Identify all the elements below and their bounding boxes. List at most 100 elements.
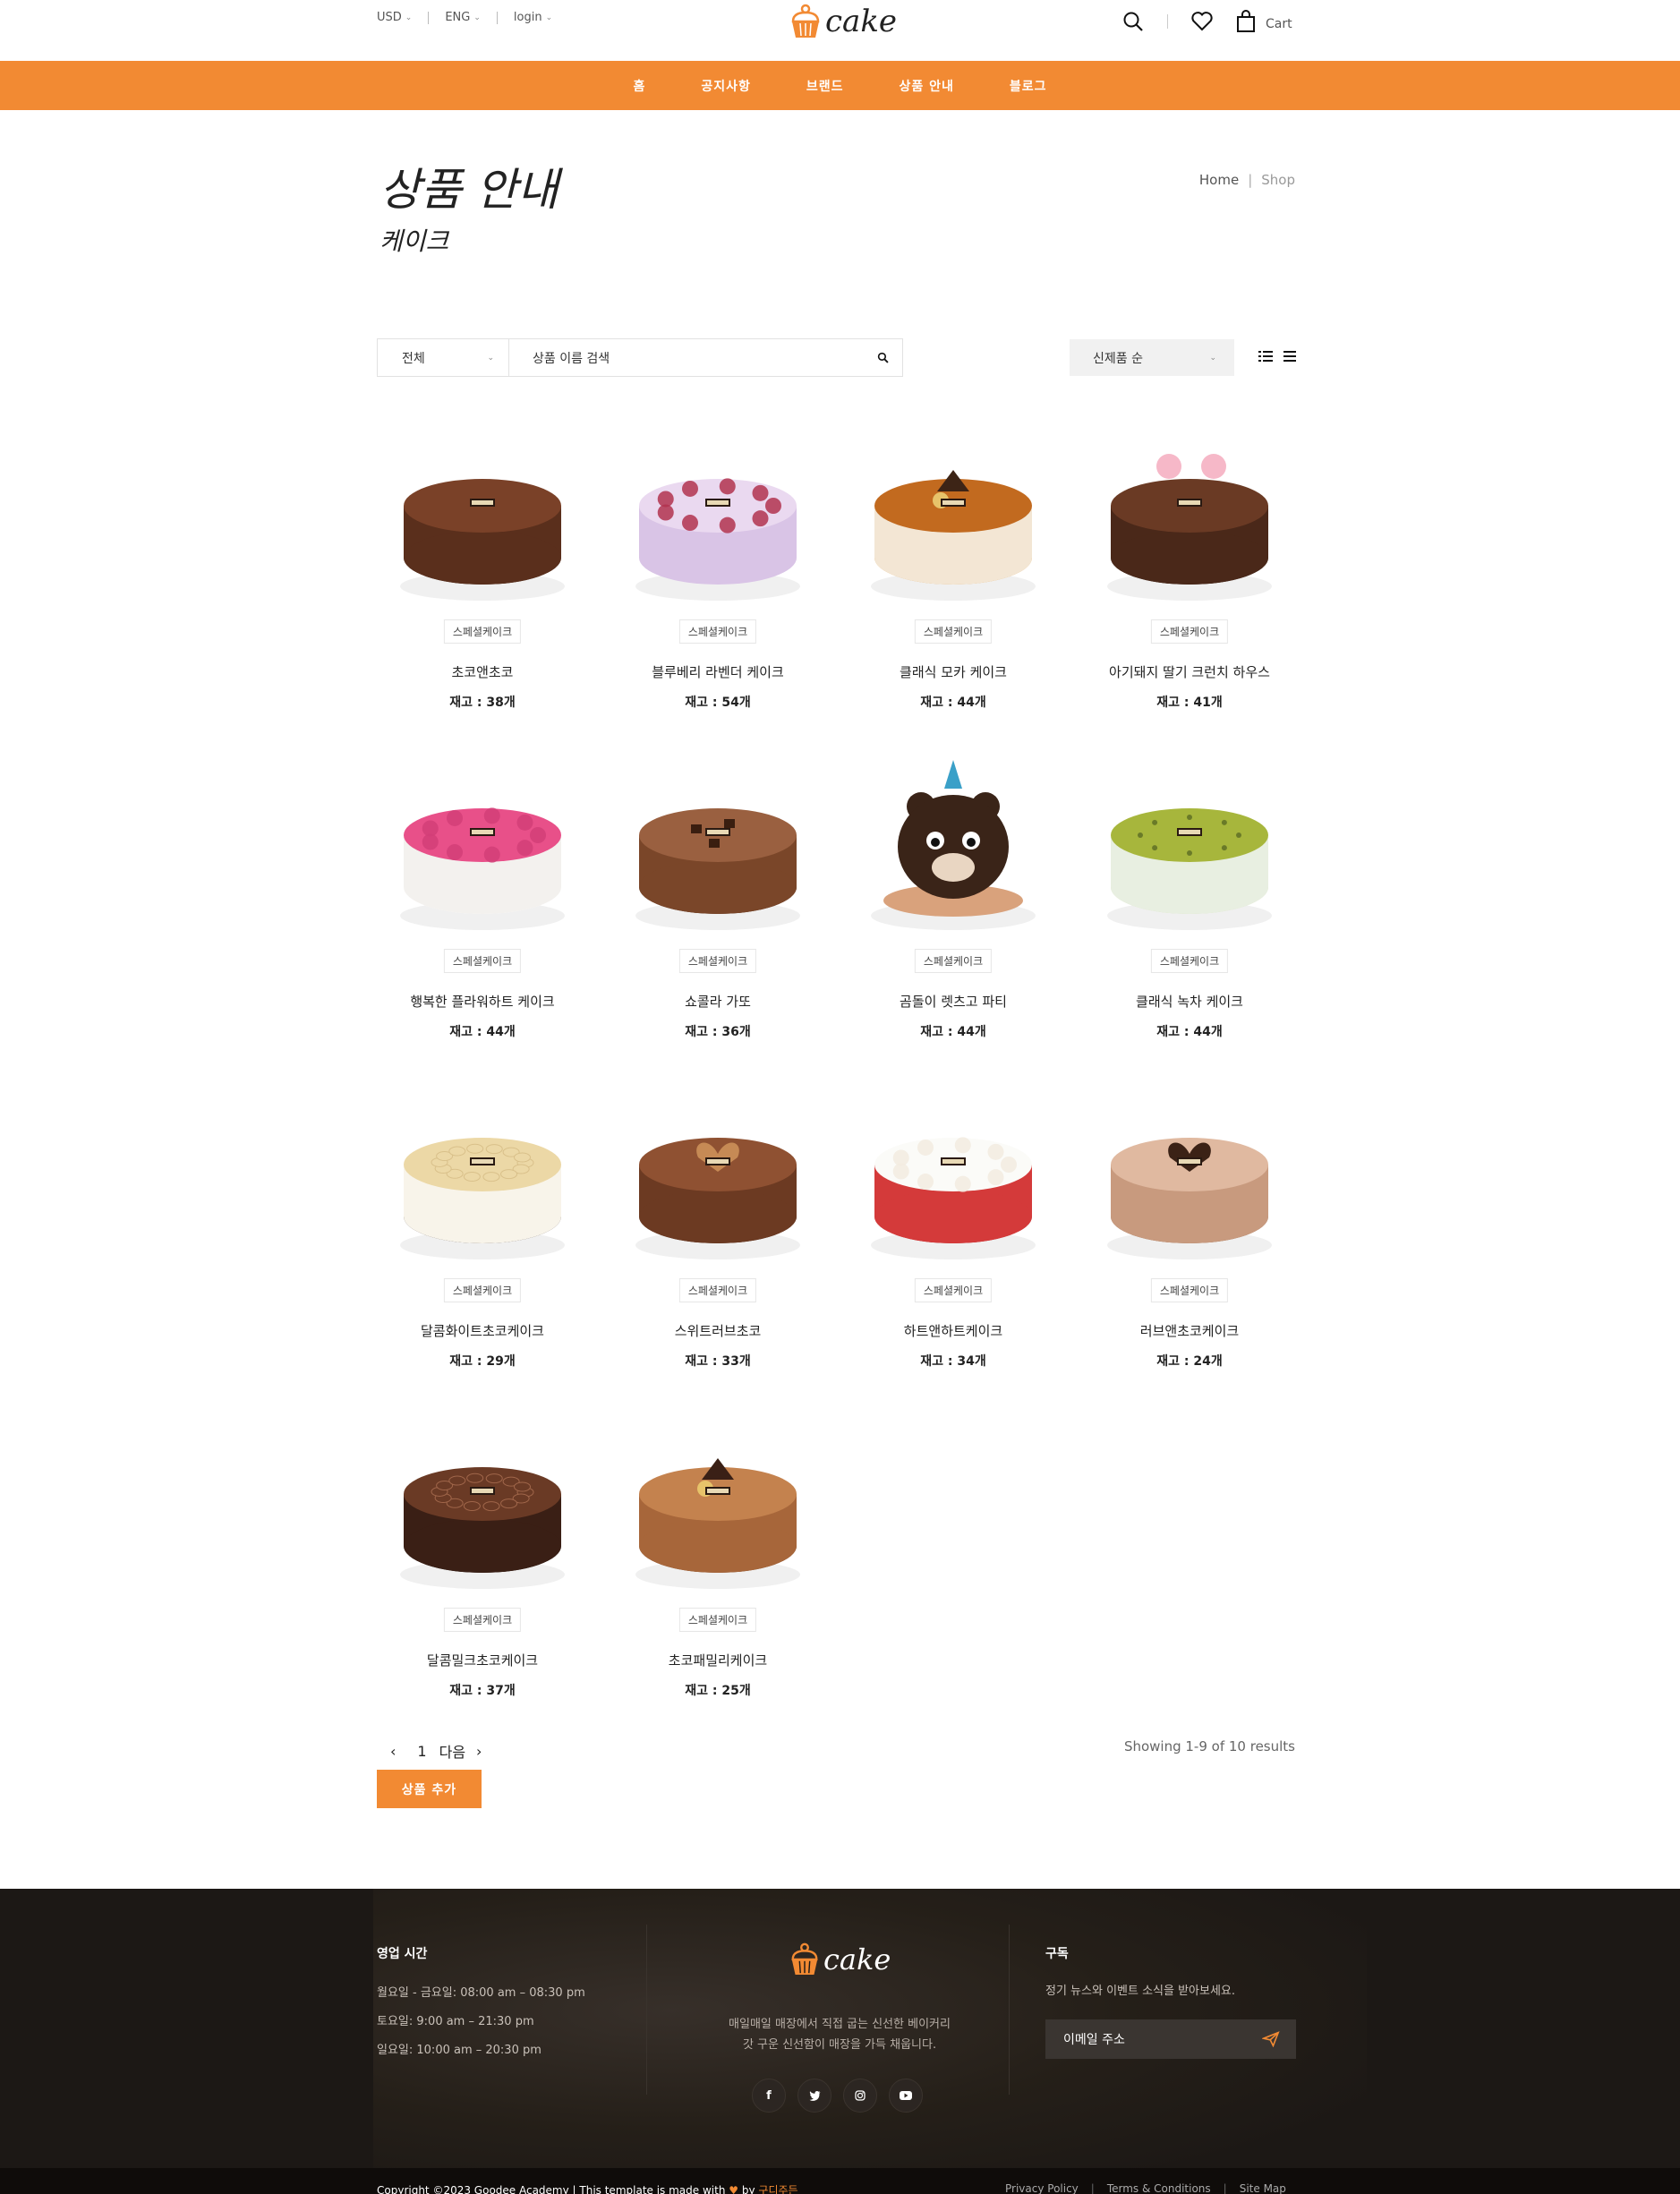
list-view-icon[interactable] (1283, 350, 1296, 363)
pagination: ‹ 1 다음 › (390, 1740, 503, 1762)
product-card[interactable]: 스페셜케이크 클래식 녹차 케이크 재고 : 44개 (1084, 748, 1295, 1053)
product-card[interactable]: 스페셜케이크 초코패밀리케이크 재고 : 25개 (612, 1407, 823, 1712)
product-card[interactable]: 스페셜케이크 달콤밀크초코케이크 재고 : 37개 (377, 1407, 588, 1712)
footer-logo[interactable]: cake (788, 1941, 891, 1976)
prev-page-button[interactable]: ‹ (390, 1743, 396, 1760)
add-product-button[interactable]: 상품 추가 (377, 1770, 482, 1808)
product-name[interactable]: 초코앤초코 (377, 662, 588, 681)
search-input[interactable]: 상품 이름 검색 (509, 349, 863, 367)
breadcrumb: Home | Shop (1199, 172, 1295, 188)
hours-title: 영업 시간 (377, 1947, 428, 1961)
nav-item-notice[interactable]: 공지사항 (701, 77, 751, 95)
send-icon[interactable] (1262, 2031, 1280, 2047)
page-number[interactable]: 1 (417, 1743, 426, 1760)
product-name[interactable]: 스위트러브초코 (612, 1321, 823, 1340)
next-page-button[interactable]: › (476, 1743, 482, 1760)
facebook-icon[interactable]: f (752, 2079, 786, 2113)
login-link[interactable]: login ⌄ (514, 11, 552, 24)
product-stock: 재고 : 37개 (449, 1684, 516, 1698)
product-name[interactable]: 초코패밀리케이크 (612, 1651, 823, 1669)
product-name[interactable]: 아기돼지 딸기 크런치 하우스 (1084, 662, 1295, 681)
sitemap-link[interactable]: Site Map (1240, 2182, 1286, 2194)
sort-select[interactable]: 신제품 순 ⌄ (1070, 339, 1234, 376)
product-card[interactable]: 스페셜케이크 하트앤하트케이크 재고 : 34개 (848, 1078, 1059, 1382)
product-image[interactable] (1084, 748, 1295, 945)
product-image[interactable] (612, 748, 823, 945)
copyright-text: Copyright ©2023 Goodee Academy | This te… (377, 2184, 726, 2194)
product-category-badge: 스페셜케이크 (443, 1608, 522, 1632)
twitter-icon[interactable] (797, 2079, 831, 2113)
product-image[interactable] (612, 419, 823, 616)
product-image[interactable] (848, 419, 1059, 616)
privacy-policy-link[interactable]: Privacy Policy (1005, 2182, 1079, 2194)
product-name[interactable]: 행복한 플라워하트 케이크 (377, 992, 588, 1011)
product-card[interactable]: 스페셜케이크 클래식 모카 케이크 재고 : 44개 (848, 419, 1059, 723)
product-image[interactable] (377, 419, 588, 616)
copyright-brand-link[interactable]: 구디주든 (758, 2184, 797, 2194)
search-submit-button[interactable] (863, 339, 902, 376)
product-name[interactable]: 곰돌이 렛츠고 파티 (848, 992, 1059, 1011)
product-category-badge: 스페셜케이크 (678, 619, 757, 644)
product-card[interactable]: 스페셜케이크 행복한 플라워하트 케이크 재고 : 44개 (377, 748, 588, 1053)
product-image[interactable] (612, 1078, 823, 1275)
product-name[interactable]: 쇼콜라 가또 (612, 992, 823, 1011)
copyright-by: by (741, 2184, 755, 2194)
search-button[interactable] (1121, 9, 1146, 34)
email-field[interactable]: 이메일 주소 (1045, 2019, 1296, 2059)
product-card[interactable]: 스페셜케이크 아기돼지 딸기 크런치 하우스 재고 : 41개 (1084, 419, 1295, 723)
product-name[interactable]: 클래식 모카 케이크 (848, 662, 1059, 681)
nav-item-products[interactable]: 상품 안내 (900, 77, 954, 95)
next-page-label[interactable]: 다음 (439, 1740, 465, 1762)
product-stock: 재고 : 36개 (685, 1025, 751, 1039)
product-category-badge: 스페셜케이크 (1150, 619, 1229, 644)
product-card[interactable]: 스페셜케이크 달콤화이트초코케이크 재고 : 29개 (377, 1078, 588, 1382)
wishlist-button[interactable] (1190, 9, 1215, 34)
nav-item-brand[interactable]: 브랜드 (806, 77, 844, 95)
product-card[interactable]: 스페셜케이크 곰돌이 렛츠고 파티 재고 : 44개 (848, 748, 1059, 1053)
currency-select[interactable]: USD ⌄ (377, 11, 412, 24)
product-name[interactable]: 클래식 녹차 케이크 (1084, 992, 1295, 1011)
product-image[interactable] (1084, 1078, 1295, 1275)
product-image[interactable] (612, 1407, 823, 1604)
instagram-icon[interactable] (843, 2079, 877, 2113)
product-image[interactable] (848, 748, 1059, 945)
email-placeholder: 이메일 주소 (1063, 2033, 1125, 2047)
category-select[interactable]: 전체 ⌄ (378, 339, 509, 376)
cart-label[interactable]: Cart (1266, 17, 1292, 31)
product-image[interactable] (377, 1078, 588, 1275)
footer-description-line: 갓 구운 신선함이 매장을 가득 채웁니다. (742, 2038, 937, 2052)
product-image[interactable] (1084, 419, 1295, 616)
terms-link[interactable]: Terms & Conditions (1107, 2182, 1211, 2194)
site-logo[interactable]: cake (788, 2, 897, 39)
nav-item-blog[interactable]: 블로그 (1010, 77, 1047, 95)
product-name[interactable]: 러브앤초코케이크 (1084, 1321, 1295, 1340)
product-name[interactable]: 달콤밀크초코케이크 (377, 1651, 588, 1669)
youtube-icon[interactable] (889, 2079, 923, 2113)
product-category-badge: 스페셜케이크 (1150, 1278, 1229, 1302)
product-image[interactable] (377, 748, 588, 945)
product-stock: 재고 : 44개 (920, 696, 986, 710)
breadcrumb-home[interactable]: Home (1199, 172, 1239, 188)
product-card[interactable]: 스페셜케이크 스위트러브초코 재고 : 33개 (612, 1078, 823, 1382)
product-card[interactable]: 스페셜케이크 초코앤초코 재고 : 38개 (377, 419, 588, 723)
product-card[interactable]: 스페셜케이크 러브앤초코케이크 재고 : 24개 (1084, 1078, 1295, 1382)
heart-icon: ♥ (729, 2184, 739, 2194)
cart-button[interactable] (1233, 9, 1258, 34)
product-card[interactable]: 스페셜케이크 블루베리 라벤더 케이크 재고 : 54개 (612, 419, 823, 723)
nav-item-home[interactable]: 홈 (633, 77, 645, 95)
product-image[interactable] (377, 1407, 588, 1604)
language-select[interactable]: ENG ⌄ (445, 11, 481, 24)
product-stock: 재고 : 33개 (685, 1354, 751, 1369)
product-stock: 재고 : 44개 (920, 1025, 986, 1039)
product-stock: 재고 : 25개 (685, 1684, 751, 1698)
product-image[interactable] (848, 1078, 1059, 1275)
product-stock: 재고 : 34개 (920, 1354, 986, 1369)
product-name[interactable]: 블루베리 라벤더 케이크 (612, 662, 823, 681)
product-name[interactable]: 달콤화이트초코케이크 (377, 1321, 588, 1340)
product-name[interactable]: 하트앤하트케이크 (848, 1321, 1059, 1340)
product-card[interactable]: 스페셜케이크 쇼콜라 가또 재고 : 36개 (612, 748, 823, 1053)
sort-value: 신제품 순 (1093, 351, 1143, 366)
list-detail-view-icon[interactable] (1258, 350, 1273, 363)
product-category-badge: 스페셜케이크 (678, 1608, 757, 1632)
social-links: f (752, 2079, 923, 2113)
